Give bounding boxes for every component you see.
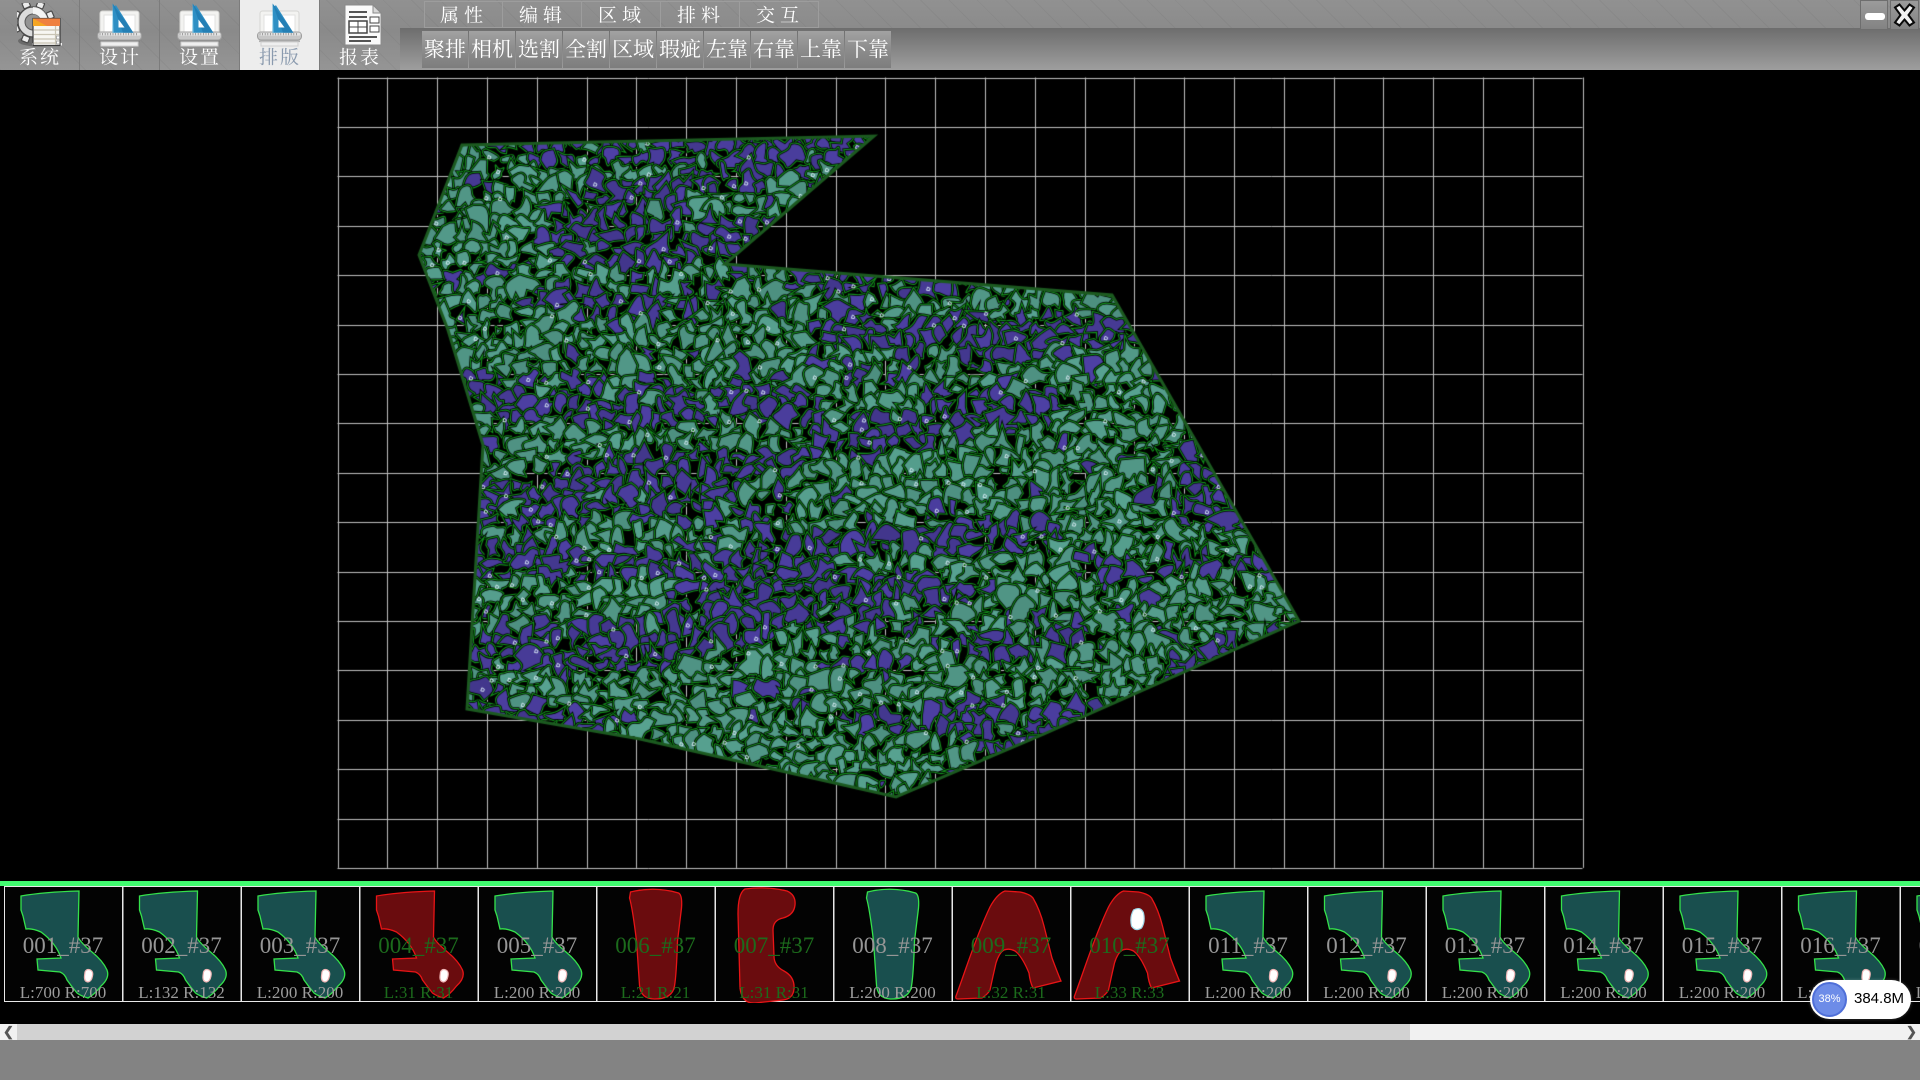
svg-text:009_#37: 009_#37	[971, 933, 1052, 958]
svg-text:001_#37: 001_#37	[23, 933, 104, 958]
svg-text:L:200 R:200: L:200 R:200	[257, 983, 343, 1002]
svg-text:002_#37: 002_#37	[141, 933, 222, 958]
svg-text:L:200 R:200: L:200 R:200	[1442, 983, 1528, 1002]
svg-text:L:200 R:200: L:200 R:200	[849, 983, 935, 1002]
svg-text:L:200 R:200: L:200 R:200	[1560, 983, 1646, 1002]
svg-text:006_#37: 006_#37	[615, 933, 696, 958]
svg-text:016_#37: 016_#37	[1800, 933, 1881, 958]
svg-text:013_#37: 013_#37	[1445, 933, 1526, 958]
svg-text:L:21 R:21: L:21 R:21	[621, 983, 690, 1002]
svg-text:L:200 R:200: L:200 R:200	[1916, 983, 1920, 1002]
svg-text:004_#37: 004_#37	[378, 933, 459, 958]
svg-text:L:32 R:31: L:32 R:31	[976, 983, 1045, 1002]
svg-text:L:200 R:200: L:200 R:200	[1679, 983, 1765, 1002]
svg-text:005_#37: 005_#37	[497, 933, 578, 958]
svg-text:L:200 R:200: L:200 R:200	[1205, 983, 1291, 1002]
svg-text:L:132 R:132: L:132 R:132	[138, 983, 224, 1002]
svg-text:003_#37: 003_#37	[260, 933, 341, 958]
svg-text:L:200 R:200: L:200 R:200	[1323, 983, 1409, 1002]
svg-text:L:200 R:200: L:200 R:200	[494, 983, 580, 1002]
svg-text:012_#37: 012_#37	[1326, 933, 1407, 958]
svg-text:011_#37: 011_#37	[1208, 933, 1288, 958]
svg-text:014_#37: 014_#37	[1563, 933, 1644, 958]
svg-text:L:31 R:31: L:31 R:31	[739, 983, 808, 1002]
svg-text:015_#37: 015_#37	[1682, 933, 1763, 958]
svg-text:L:33 R:33: L:33 R:33	[1095, 983, 1164, 1002]
svg-text:007_#37: 007_#37	[734, 933, 815, 958]
svg-text:L:700 R:700: L:700 R:700	[20, 983, 106, 1002]
svg-text:008_#37: 008_#37	[852, 933, 933, 958]
svg-text:L:31 R:31: L:31 R:31	[384, 983, 453, 1002]
svg-text:010_#37: 010_#37	[1089, 933, 1170, 958]
